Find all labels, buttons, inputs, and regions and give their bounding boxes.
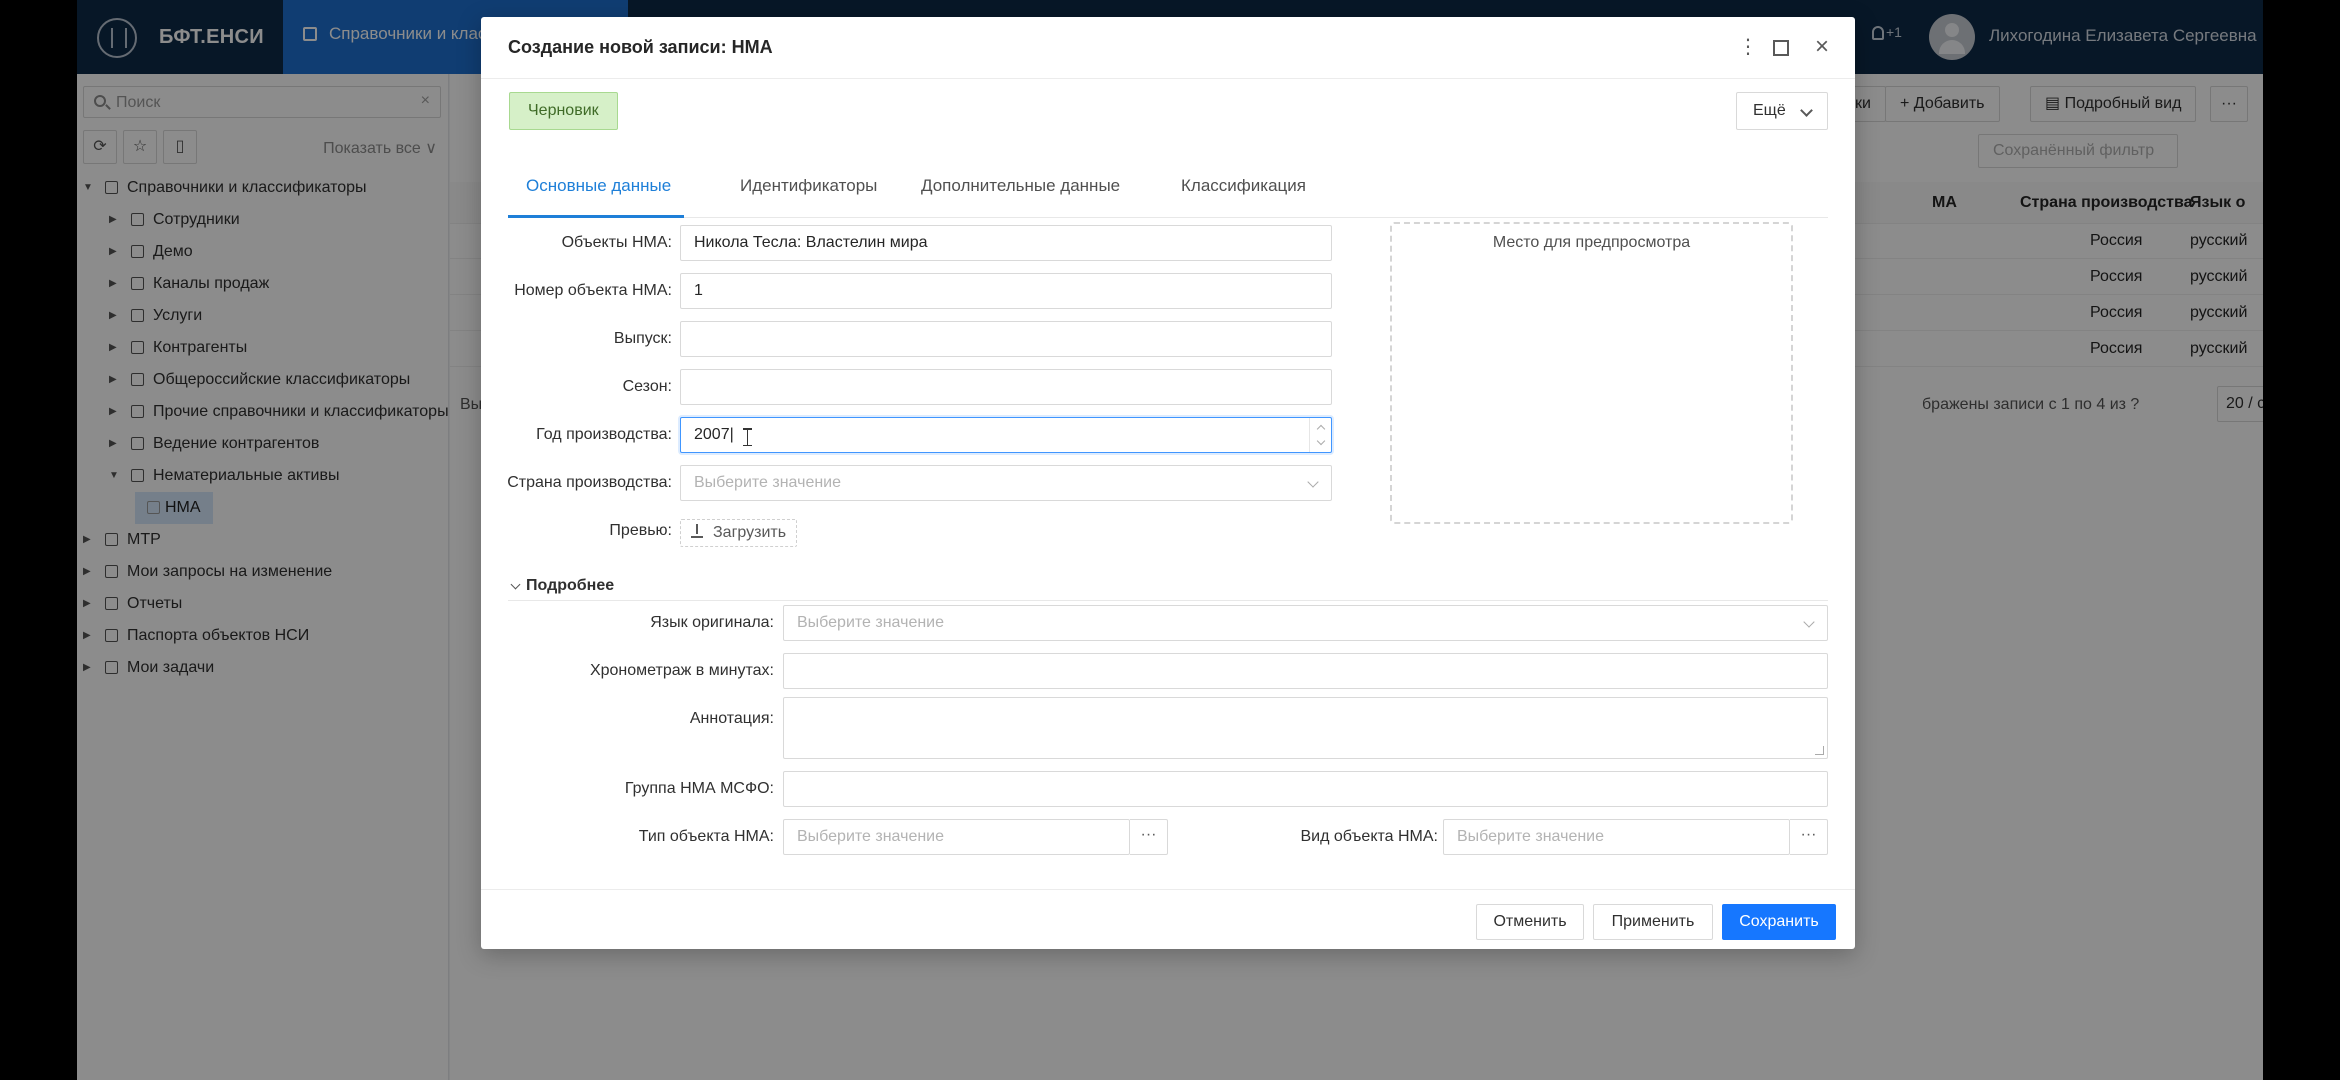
more-dropdown-label: Ещё [1753,102,1786,119]
release-label: Выпуск: [613,330,672,347]
group-label: Группа НМА МСФО: [624,780,774,797]
duration-label: Хронометраж в минутах: [589,662,774,679]
kebab-menu-icon[interactable]: ⋮ [1738,33,1758,61]
duration-input[interactable] [783,653,1828,689]
annotation-textarea[interactable] [783,697,1828,759]
season-input[interactable] [680,369,1332,405]
upload-icon [691,524,703,538]
country-label: Страна производства: [507,474,672,491]
tab-identifiers[interactable]: Идентификаторы [740,176,877,196]
upload-button[interactable]: Загрузить [680,519,798,547]
type-label: Тип объекта НМА: [638,828,774,845]
tab-classification[interactable]: Классификация [1181,176,1306,196]
details-section-toggle[interactable]: Подробнее [508,577,1828,601]
chevron-down-icon [1800,104,1813,117]
country-placeholder: Выберите значение [694,474,842,491]
apply-button[interactable]: Применить [1593,904,1713,940]
release-input[interactable] [680,321,1332,357]
objects-label: Объекты НМА: [561,234,672,251]
country-select[interactable]: Выберите значение [680,465,1332,501]
save-button[interactable]: Сохранить [1722,904,1836,940]
type-select[interactable]: Выберите значение [783,819,1130,855]
group-input[interactable] [783,771,1828,807]
lang-placeholder: Выберите значение [797,614,945,631]
dialog-tabs: Основные данные Идентификаторы Дополните… [508,162,1828,218]
active-tab-indicator [508,215,684,218]
close-icon[interactable]: × [1815,33,1829,61]
objects-input[interactable]: Никола Тесла: Властелин мира [680,225,1332,261]
dialog-footer: Отменить Применить Сохранить [481,889,1855,949]
dialog-header: Создание новой записи: НМА ⋮ × [481,17,1855,79]
dialog-title: Создание новой записи: НМА [508,37,773,57]
kind-label: Вид объекта НМА: [1300,828,1439,845]
type-placeholder: Выберите значение [797,828,945,845]
maximize-icon[interactable] [1773,40,1789,56]
kind-select[interactable]: Выберите значение [1443,819,1790,855]
more-dropdown[interactable]: Ещё [1736,92,1828,130]
chevron-down-icon [1803,616,1815,628]
kind-placeholder: Выберите значение [1457,828,1605,845]
number-stepper[interactable] [1309,418,1331,452]
upload-label: Загрузить [713,524,787,541]
status-badge: Черновик [509,92,618,130]
preview-label: Превью: [609,522,672,539]
type-lookup-button[interactable]: ··· [1130,819,1168,855]
year-value: 2007 [694,426,730,443]
create-record-dialog: Создание новой записи: НМА ⋮ × Черновик … [481,17,1855,949]
kind-lookup-button[interactable]: ··· [1790,819,1828,855]
year-label: Год производства: [536,426,672,443]
season-label: Сезон: [622,378,672,395]
chevron-down-icon [1307,476,1319,488]
folder-icon [147,501,160,514]
preview-placeholder: Место для предпросмотра [1492,234,1691,251]
lang-select[interactable]: Выберите значение [783,605,1828,641]
preview-area: Место для предпросмотра [1390,222,1793,524]
details-section-title: Подробнее [526,577,615,594]
number-label: Номер объекта НМА: [514,282,672,299]
chevron-down-icon [510,579,521,590]
cancel-button[interactable]: Отменить [1476,904,1584,940]
tab-main-data[interactable]: Основные данные [526,176,671,196]
lang-label: Язык оригинала: [650,614,774,631]
year-input[interactable]: 2007| [680,417,1332,453]
number-input[interactable]: 1 [680,273,1332,309]
tab-additional-data[interactable]: Дополнительные данные [921,176,1120,196]
text-cursor-icon [743,428,756,446]
annotation-label: Аннотация: [689,710,774,727]
